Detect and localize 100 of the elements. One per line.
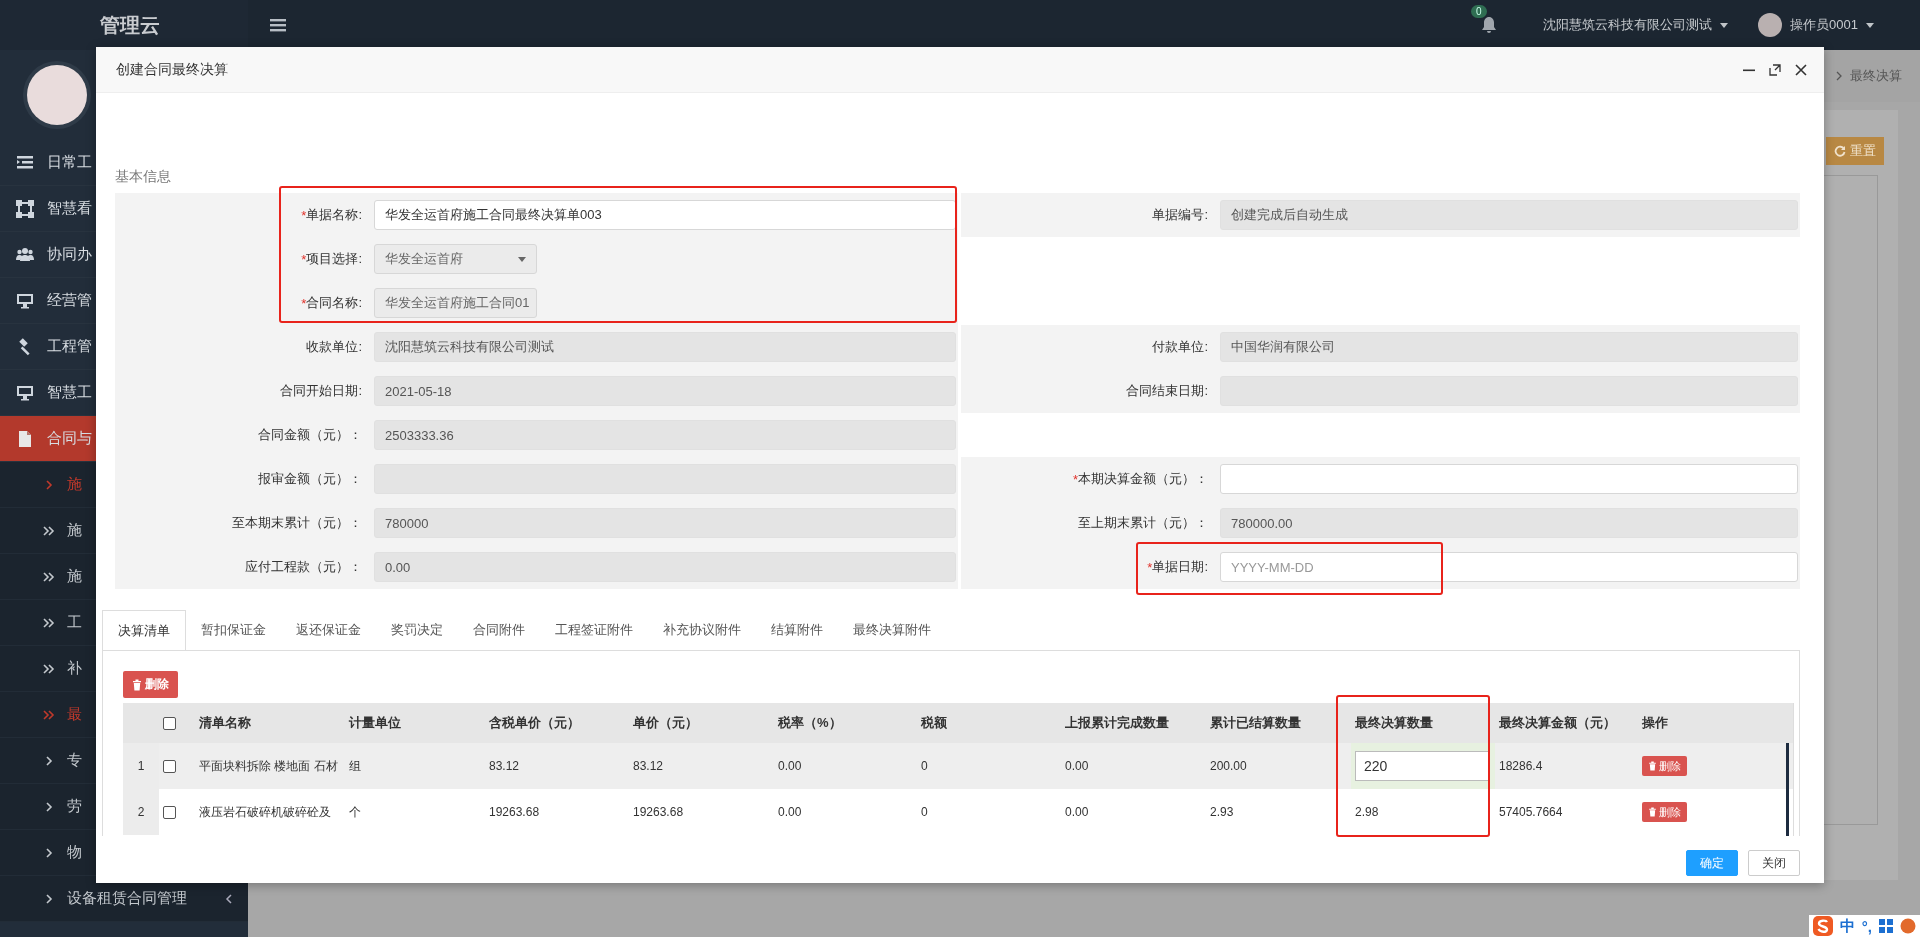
close-icon[interactable]: [1794, 62, 1808, 77]
input-field[interactable]: [1220, 464, 1798, 494]
field-label: 报审金额（元）：: [257, 470, 363, 488]
checkbox[interactable]: [163, 805, 176, 819]
file-icon: [16, 429, 34, 448]
field-label: 付款单位:: [1151, 338, 1209, 356]
table-cell-text: 0.00: [1064, 758, 1090, 775]
tab[interactable]: 奖罚决定: [376, 610, 458, 650]
company-dropdown[interactable]: 沈阳慧筑云科技有限公司测试: [1543, 16, 1713, 34]
field-label: *单据日期:: [1146, 558, 1209, 577]
caret-icon: [1866, 22, 1874, 28]
trash-icon: [132, 678, 142, 691]
field-label: 收款单位:: [305, 338, 363, 356]
monitor-icon: [16, 383, 34, 402]
monitor-icon: [16, 291, 34, 310]
column-header: 最终决算金额（元）: [1498, 714, 1617, 732]
list-icon: [16, 153, 34, 172]
delete-button[interactable]: 删除: [123, 671, 178, 698]
dialog-title: 创建合同最终决算: [116, 60, 228, 79]
tab[interactable]: 结算附件: [756, 610, 838, 650]
checkbox[interactable]: [163, 759, 176, 773]
chevron-icon: [1836, 71, 1842, 81]
field-label: 合同结束日期:: [1125, 382, 1209, 400]
notification-badge: 0: [1471, 5, 1487, 18]
table-row[interactable]: 1 平面块料拆除 楼地面 石材 组 83.12 83.12 0.00 0 0.00 200.00 220 18286.4 删除: [123, 743, 1793, 789]
input-field[interactable]: 华发全运首府施工合同最终决算单003: [374, 200, 956, 230]
tab[interactable]: 决算清单: [102, 610, 186, 651]
maximize-icon[interactable]: [1768, 62, 1782, 77]
table-cell-text: 液压岩石破碎机破碎砼及: [198, 803, 332, 821]
chevron-icon: [43, 800, 55, 813]
field-label: 合同金额（元）：: [257, 426, 363, 444]
tab[interactable]: 最终决算附件: [838, 610, 946, 650]
chevron-icon: [43, 754, 55, 767]
column-header: 操作: [1641, 714, 1669, 732]
close-button[interactable]: 关闭: [1748, 850, 1800, 876]
field-label: *项目选择:: [300, 250, 363, 269]
table-cell-text: 0.00: [777, 804, 803, 821]
column-header: 单价（元）: [632, 714, 699, 732]
table-cell-text: 2.98: [1354, 804, 1380, 821]
tab[interactable]: 工程签证附件: [540, 610, 648, 650]
input-mode[interactable]: 中: [1839, 916, 1855, 936]
user-avatar: [1758, 13, 1783, 37]
table-cell-text: 0: [920, 804, 929, 821]
scrollbar[interactable]: [1786, 743, 1789, 836]
refresh-icon: [1834, 145, 1846, 157]
double-chevron-icon: [43, 708, 55, 721]
app-logo: 管理云: [99, 12, 160, 38]
avatar: [27, 65, 87, 125]
table-cell-text: 200.00: [1209, 758, 1248, 775]
tab[interactable]: 返还保证金: [281, 610, 376, 650]
bell-icon[interactable]: [1481, 16, 1498, 34]
double-chevron-icon: [43, 616, 55, 629]
field-label: 单据编号:: [1151, 206, 1209, 224]
field-label: 合同开始日期:: [279, 382, 363, 400]
row-number: 2: [123, 789, 159, 835]
double-chevron-icon: [43, 662, 55, 675]
grid-icon[interactable]: [1879, 919, 1893, 933]
trash-icon: [1648, 761, 1657, 771]
tab[interactable]: 合同附件: [458, 610, 540, 650]
tab[interactable]: 补充协议附件: [648, 610, 756, 650]
quantity-field[interactable]: 220: [1355, 751, 1489, 781]
checkbox[interactable]: [163, 716, 176, 730]
field-label: *本期决算金额（元）：: [1071, 470, 1209, 489]
caret-icon: [1720, 22, 1729, 28]
chevron-icon: [43, 478, 55, 491]
tab[interactable]: 暂扣保证金: [186, 610, 281, 650]
column-header: 计量单位: [348, 714, 402, 732]
menu-icon[interactable]: [270, 18, 286, 32]
table-cell-text: 19263.68: [488, 804, 541, 821]
table-cell-text: 个: [348, 803, 362, 821]
column-header: 上报累计完成数量: [1064, 714, 1170, 732]
column-header: 税额: [920, 714, 948, 732]
double-chevron-icon: [43, 524, 55, 537]
table-cell-text: 2.93: [1209, 804, 1235, 821]
trash-icon: [1648, 807, 1657, 817]
table-cell-text: 57405.7664: [1498, 804, 1564, 821]
delete-button[interactable]: 删除: [1642, 802, 1687, 822]
column-header: 累计已结算数量: [1209, 714, 1302, 732]
frame-icon: [16, 199, 34, 218]
table-cell-text: 0: [920, 758, 929, 775]
field-label: 至本期末累计（元）：: [231, 514, 363, 532]
table-cell-text: 平面块料拆除 楼地面 石材: [198, 757, 339, 775]
user-menu[interactable]: 操作员0001: [1790, 16, 1858, 34]
table-cell-text: 0.00: [1064, 804, 1090, 821]
chevron-icon: [43, 846, 55, 859]
date-field[interactable]: YYYY-MM-DD: [1220, 552, 1798, 582]
table-cell-text: 0.00: [777, 758, 803, 775]
delete-button[interactable]: 删除: [1642, 756, 1687, 776]
input-method-icon[interactable]: [1812, 916, 1833, 936]
column-header: 含税单价（元）: [488, 714, 581, 732]
input-mode[interactable]: °,: [1861, 917, 1872, 935]
column-header: 最终决算数量: [1354, 714, 1434, 732]
field-label: 应付工程款（元）：: [244, 558, 363, 576]
chevron-icon: [43, 892, 55, 905]
table-cell-text: 83.12: [488, 758, 521, 775]
column-header: 税率（%）: [777, 714, 843, 732]
column-header: 清单名称: [198, 714, 252, 732]
users-icon: [16, 245, 34, 264]
mascot-icon[interactable]: [1900, 918, 1916, 934]
table-cell-text: 83.12: [632, 758, 665, 775]
